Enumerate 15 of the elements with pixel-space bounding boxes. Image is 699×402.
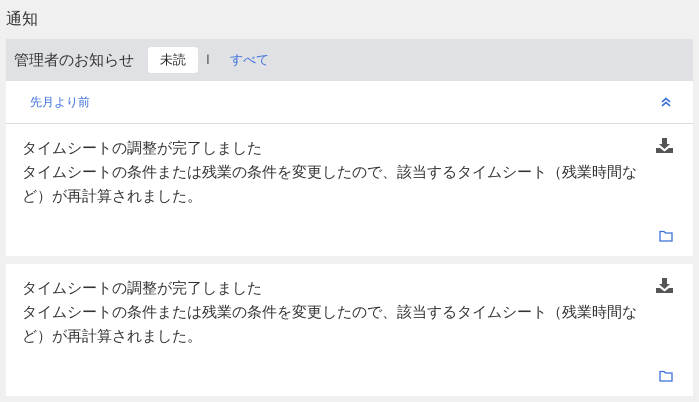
notification-title: タイムシートの調整が完了しました (22, 138, 263, 159)
filter-tab[interactable]: すべて (218, 47, 281, 73)
download-icon[interactable] (656, 278, 673, 293)
page-title: 通知 (6, 8, 39, 30)
download-icon[interactable] (656, 138, 673, 153)
notification-title: タイムシートの調整が完了しました (22, 278, 263, 299)
tab-separator: I (206, 52, 210, 68)
notification-body: タイムシートの条件または残業の条件を変更したので、該当するタイムシート（残業時間など）が再計算されました。 (22, 162, 638, 207)
panel-title: 管理者のお知らせ (14, 50, 134, 70)
collapse-icon[interactable] (661, 97, 671, 107)
filter-tab[interactable]: 未読 (148, 47, 198, 73)
group-label: 先月より前 (30, 94, 90, 110)
folder-icon[interactable] (659, 230, 673, 242)
notification-body: タイムシートの条件または残業の条件を変更したので、該当するタイムシート（残業時間など）が再計算されました。 (22, 302, 638, 347)
folder-icon[interactable] (659, 370, 673, 382)
